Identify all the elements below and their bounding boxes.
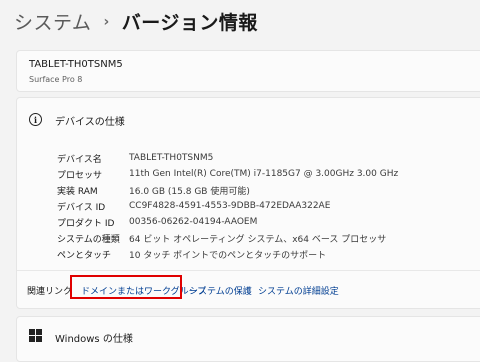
spec-row: 実装 RAM 16.0 GB (15.8 GB 使用可能) xyxy=(57,182,398,198)
domain-workgroup-link[interactable]: ドメインまたはワークグループ xyxy=(81,284,206,297)
windows-specs-section[interactable]: Windows の仕様 xyxy=(16,316,480,362)
info-icon: i xyxy=(29,113,42,126)
spec-label: システムの種類 xyxy=(57,234,120,245)
spec-label: デバイス名 xyxy=(57,154,102,165)
device-specs-list: デバイス名 TABLET-TH0TSNM5 プロセッサ 11th Gen Int… xyxy=(57,150,398,262)
device-specs-title: デバイスの仕様 xyxy=(55,117,125,128)
spec-row: システムの種類 64 ビット オペレーティング システム、x64 ベース プロセ… xyxy=(57,230,398,246)
spec-value: 64 ビット オペレーティング システム、x64 ベース プロセッサ xyxy=(129,234,387,245)
spec-value: CC9F4828-4591-4553-9DBB-472EDAA322AE xyxy=(129,201,331,211)
device-model: Surface Pro 8 xyxy=(29,75,83,84)
spec-row: デバイス ID CC9F4828-4591-4553-9DBB-472EDAA3… xyxy=(57,198,398,214)
spec-value: 11th Gen Intel(R) Core(TM) i7-1185G7 @ 3… xyxy=(129,169,399,179)
spec-label: プロダクト ID xyxy=(57,218,115,229)
spec-row: デバイス名 TABLET-TH0TSNM5 xyxy=(57,150,398,166)
device-specs-header[interactable]: i デバイスの仕様 xyxy=(17,98,480,140)
advanced-system-settings-link[interactable]: システムの詳細設定 xyxy=(258,284,339,297)
device-name: TABLET-TH0TSNM5 xyxy=(29,59,123,70)
device-specs-section: i デバイスの仕様 デバイス名 TABLET-TH0TSNM5 プロセッサ 11… xyxy=(16,97,480,309)
spec-label: デバイス ID xyxy=(57,202,106,213)
related-links-bar: 関連リンク ドメインまたはワークグループ システムの保護 システムの詳細設定 xyxy=(17,270,480,307)
spec-row: ペンとタッチ 10 タッチ ポイントでのペンとタッチのサポート xyxy=(57,246,398,262)
spec-value: TABLET-TH0TSNM5 xyxy=(129,153,214,163)
page-title: バージョン情報 xyxy=(121,12,258,34)
spec-row: プロダクト ID 00356-06262-04194-AAOEM xyxy=(57,214,398,230)
spec-value: 10 タッチ ポイントでのペンとタッチのサポート xyxy=(129,250,327,261)
related-links-label: 関連リンク xyxy=(27,287,73,297)
spec-label: プロセッサ xyxy=(57,170,103,181)
windows-specs-title: Windows の仕様 xyxy=(55,334,133,345)
breadcrumb-parent-system[interactable]: システム xyxy=(14,8,91,35)
breadcrumb: システム › バージョン情報 xyxy=(14,8,258,35)
spec-label: 実装 RAM xyxy=(57,186,98,197)
system-protection-link[interactable]: システムの保護 xyxy=(189,284,252,297)
device-name-card: TABLET-TH0TSNM5 Surface Pro 8 xyxy=(16,50,480,92)
spec-label: ペンとタッチ xyxy=(57,250,112,261)
chevron-right-icon: › xyxy=(103,13,110,30)
windows-logo-icon xyxy=(29,329,42,342)
spec-value: 00356-06262-04194-AAOEM xyxy=(129,217,258,227)
spec-value: 16.0 GB (15.8 GB 使用可能) xyxy=(129,186,250,197)
spec-row: プロセッサ 11th Gen Intel(R) Core(TM) i7-1185… xyxy=(57,166,398,182)
